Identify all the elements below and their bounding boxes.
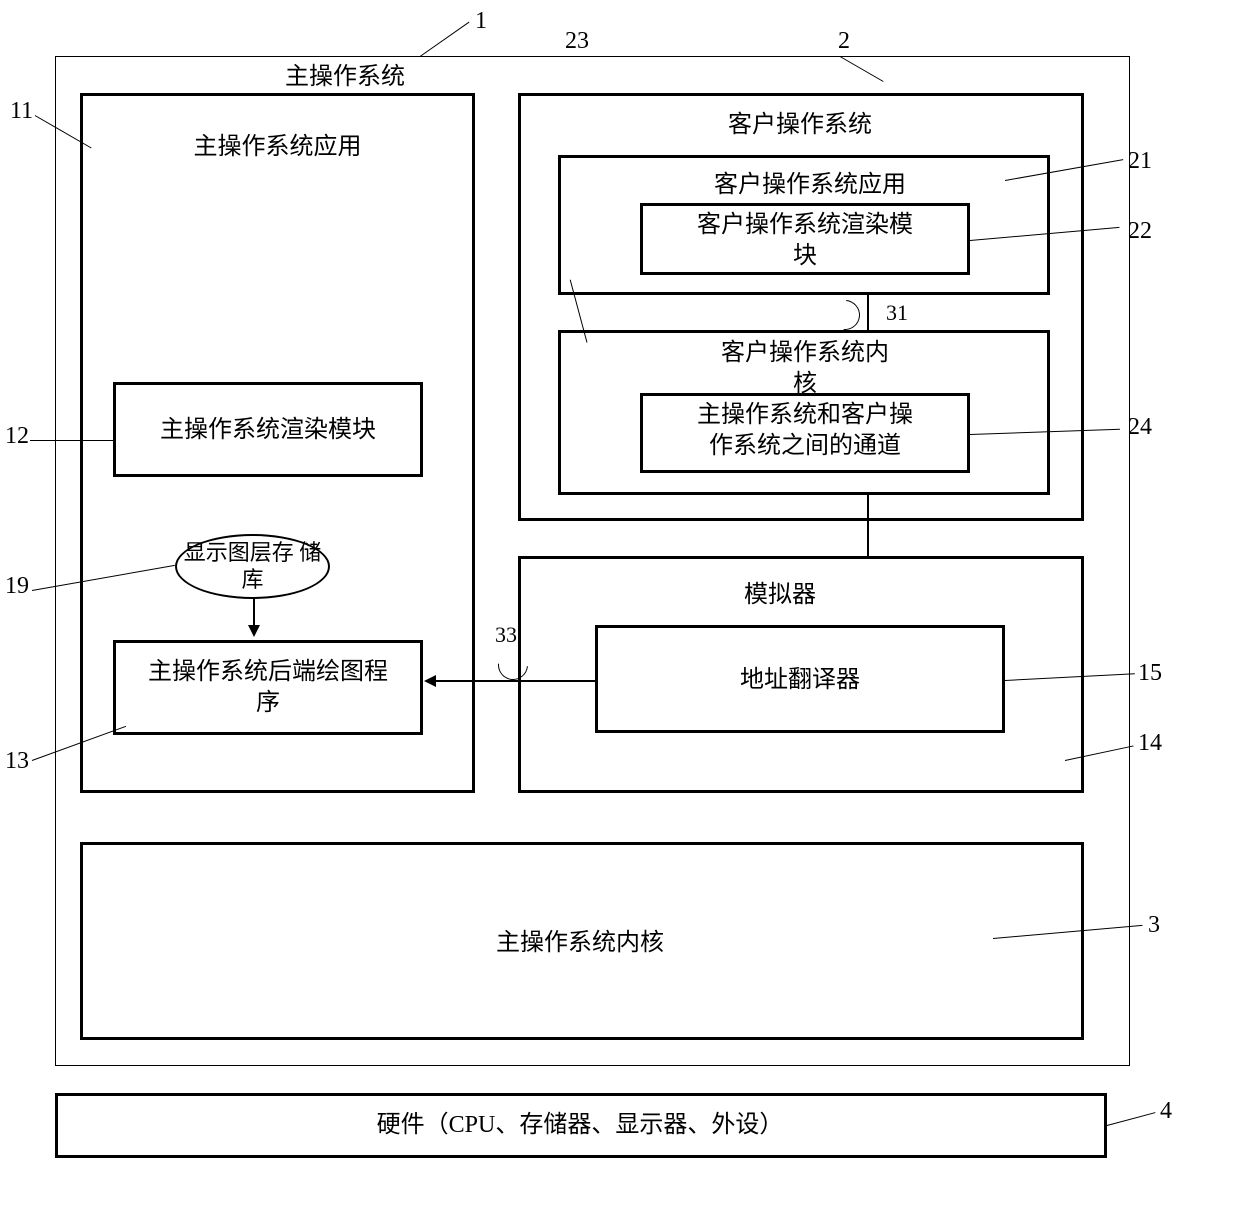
arrow-33-head (424, 675, 436, 687)
callout-19: 19 (5, 573, 29, 600)
guest-kernel-title: 客户操作系统内 核 (710, 338, 900, 400)
callout-33: 33 (495, 622, 517, 648)
callout-21: 21 (1128, 148, 1152, 175)
host-app-title: 主操作系统应用 (155, 132, 400, 163)
arrow-ellipse-to-backend-head (248, 625, 260, 637)
guest-os-title: 客户操作系统 (700, 110, 900, 141)
arrow-33-line (435, 680, 595, 682)
callout-24: 24 (1128, 414, 1152, 441)
callout-line-12 (30, 440, 113, 441)
guest-render-label: 客户操作系统渲染模 块 (665, 210, 945, 272)
emulator-title: 模拟器 (730, 580, 830, 611)
arrow-ellipse-to-backend (253, 599, 255, 627)
callout-31: 31 (886, 300, 908, 326)
display-layer-store-label: 显示图层存 储库 (177, 540, 328, 593)
callout-14: 14 (1138, 730, 1162, 757)
callout-2: 2 (838, 28, 850, 55)
host-os-title: 主操作系统 (260, 62, 430, 93)
callout-12: 12 (5, 423, 29, 450)
callout-1: 1 (475, 8, 487, 35)
guest-app-title: 客户操作系统应用 (700, 170, 920, 201)
callout-22: 22 (1128, 218, 1152, 245)
host-backend-draw-label: 主操作系统后端绘图程 序 (128, 657, 408, 719)
callout-line-4 (1107, 1112, 1156, 1126)
callout-11: 11 (10, 98, 33, 125)
callout-3: 3 (1148, 912, 1160, 939)
display-layer-store: 显示图层存 储库 (175, 534, 330, 599)
callout-4: 4 (1160, 1098, 1172, 1125)
addr-translator-label: 地址翻译器 (695, 665, 905, 696)
host-render-label: 主操作系统渲染模块 (143, 415, 393, 446)
callout-15: 15 (1138, 660, 1162, 687)
callout-13: 13 (5, 748, 29, 775)
host-guest-channel-label: 主操作系统和客户操 作系统之间的通道 (665, 400, 945, 462)
host-kernel-label: 主操作系统内核 (460, 928, 700, 959)
callout-line-1 (420, 22, 470, 57)
hardware-label: 硬件（CPU、存储器、显示器、外设） (350, 1110, 810, 1141)
callout-23: 23 (565, 28, 589, 55)
